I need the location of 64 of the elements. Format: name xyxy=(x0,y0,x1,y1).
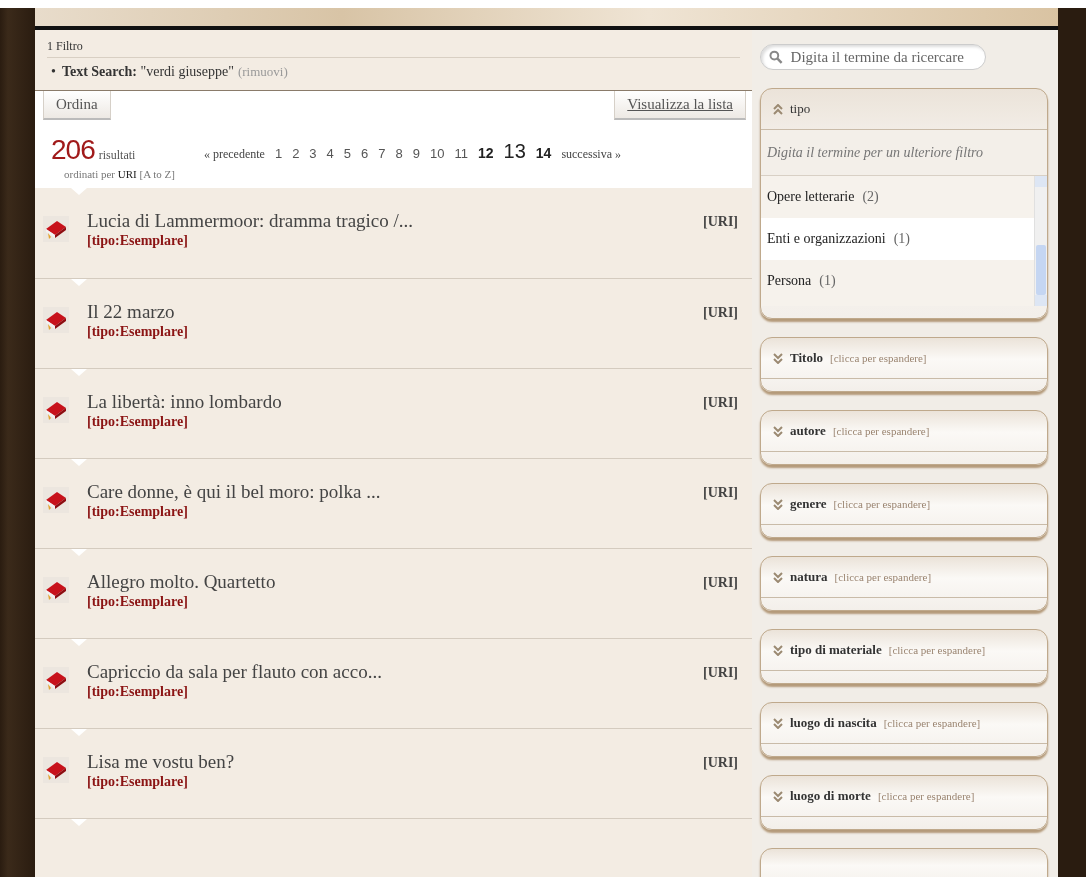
sort-info: ordinati per URI [A to Z] xyxy=(64,167,175,180)
uri-link[interactable]: [URI] xyxy=(703,394,738,458)
list-view-tab[interactable]: Visualizza la lista xyxy=(614,90,746,120)
facet-header[interactable]: autore [clicca per espandere] xyxy=(761,411,1047,452)
uri-link[interactable]: [URI] xyxy=(703,213,738,278)
result-title[interactable]: Capriccio da sala per flauto con acco... xyxy=(87,660,703,683)
filter-field[interactable]: Digita il termine per un ulteriore filtro xyxy=(761,130,1047,176)
uri-link[interactable]: [URI] xyxy=(703,304,738,368)
result-type: [tipo:Esemplare] xyxy=(87,503,189,520)
uri-link[interactable]: [URI] xyxy=(703,664,738,728)
page-link[interactable]: 7 xyxy=(373,145,391,161)
result-item[interactable]: Capriccio da sala per flauto con acco... [tipo:Esemplare] [URI] xyxy=(35,637,752,728)
result-title[interactable]: Lisa me vostu ben? xyxy=(87,750,703,773)
result-count: 206 xyxy=(51,133,95,165)
result-type: [tipo:Esemplare] xyxy=(87,773,189,790)
facet-value[interactable]: Opere letterarie (2) xyxy=(761,176,1034,218)
facet-value[interactable]: Enti e organizzazioni (1) xyxy=(761,218,1034,260)
result-item[interactable]: Il 22 marzo [tipo:Esemplare] [URI] xyxy=(35,277,752,368)
result-title[interactable]: Care donne, è qui il bel moro: polka ... xyxy=(87,480,703,503)
result-item[interactable]: La libertà: inno lombardo [tipo:Esemplare] [URI] xyxy=(35,367,752,458)
facet-header[interactable]: luogo di morte [clicca per espandere] xyxy=(761,776,1047,817)
facet-header[interactable]: genere [clicca per espandere] xyxy=(761,484,1047,525)
result-type: [tipo:Esemplare] xyxy=(87,232,189,249)
page-link[interactable]: 10 xyxy=(425,145,450,161)
page-link[interactable]: 12 xyxy=(472,144,499,161)
sort-tab[interactable]: Ordina xyxy=(43,90,111,120)
filter-count: 1 Filtro xyxy=(47,39,83,55)
result-type: [tipo:Esemplare] xyxy=(87,413,189,430)
page-link[interactable]: 8 xyxy=(390,145,408,161)
page-link[interactable]: 11 xyxy=(449,145,473,161)
page-link[interactable]: 1 xyxy=(269,145,288,161)
result-type: [tipo:Esemplare] xyxy=(87,593,189,610)
bullet: • xyxy=(51,64,56,79)
search-field[interactable]: Digita il termine da ricercare xyxy=(760,44,986,70)
result-type: [tipo:Esemplare] xyxy=(87,323,189,340)
result-label: risultati xyxy=(98,147,136,162)
facet-header[interactable]: Titolo [clicca per espandere] xyxy=(761,338,1047,379)
facet-value[interactable]: Persona (1) xyxy=(761,260,1034,302)
result-item[interactable]: Allegro molto. Quartetto [tipo:Esemplare] [URI] xyxy=(35,547,752,638)
page-link[interactable]: 3 xyxy=(304,145,322,161)
facet-header[interactable]: tipo di materiale [clicca per espandere] xyxy=(761,630,1047,671)
uri-link[interactable]: [URI] xyxy=(703,484,738,548)
result-title[interactable]: Allegro molto. Quartetto xyxy=(87,570,703,593)
page-link[interactable]: 14 xyxy=(530,144,557,161)
active-filter: Text Search: "verdi giuseppe" xyxy=(61,64,234,79)
page-link[interactable]: 5 xyxy=(338,145,357,161)
result-item[interactable]: Lisa me vostu ben? [tipo:Esemplare] [URI] xyxy=(35,727,752,818)
page-link[interactable]: 2 xyxy=(287,145,305,161)
result-title[interactable]: Il 22 marzo xyxy=(87,300,703,323)
result-type: [tipo:Esemplare] xyxy=(87,683,189,700)
result-title[interactable]: La libertà: inno lombardo xyxy=(87,390,703,413)
page-link[interactable]: 6 xyxy=(356,145,374,161)
result-item[interactable]: Lucia di Lammermoor: dramma tragico /... [tipo:Esemplare] [URI] xyxy=(35,187,752,278)
page-link[interactable]: 9 xyxy=(407,145,425,161)
result-item[interactable]: Care donne, è qui il bel moro: polka ... [tipo:Esemplare] [URI] xyxy=(35,457,752,548)
next-link[interactable]: successiva » xyxy=(556,146,627,162)
previous-link[interactable]: « precedente xyxy=(198,146,270,162)
page-link[interactable]: 4 xyxy=(321,145,339,161)
facet-header[interactable]: natura [clicca per espandere] xyxy=(761,557,1047,598)
page-link[interactable]: 13 xyxy=(498,139,531,163)
uri-link[interactable]: [URI] xyxy=(703,574,738,638)
uri-link[interactable]: [URI] xyxy=(703,754,738,818)
facet-header[interactable]: luogo di nascita [clicca per espandere] xyxy=(761,703,1047,744)
result-title[interactable]: Lucia di Lammermoor: dramma tragico /... xyxy=(87,209,703,232)
